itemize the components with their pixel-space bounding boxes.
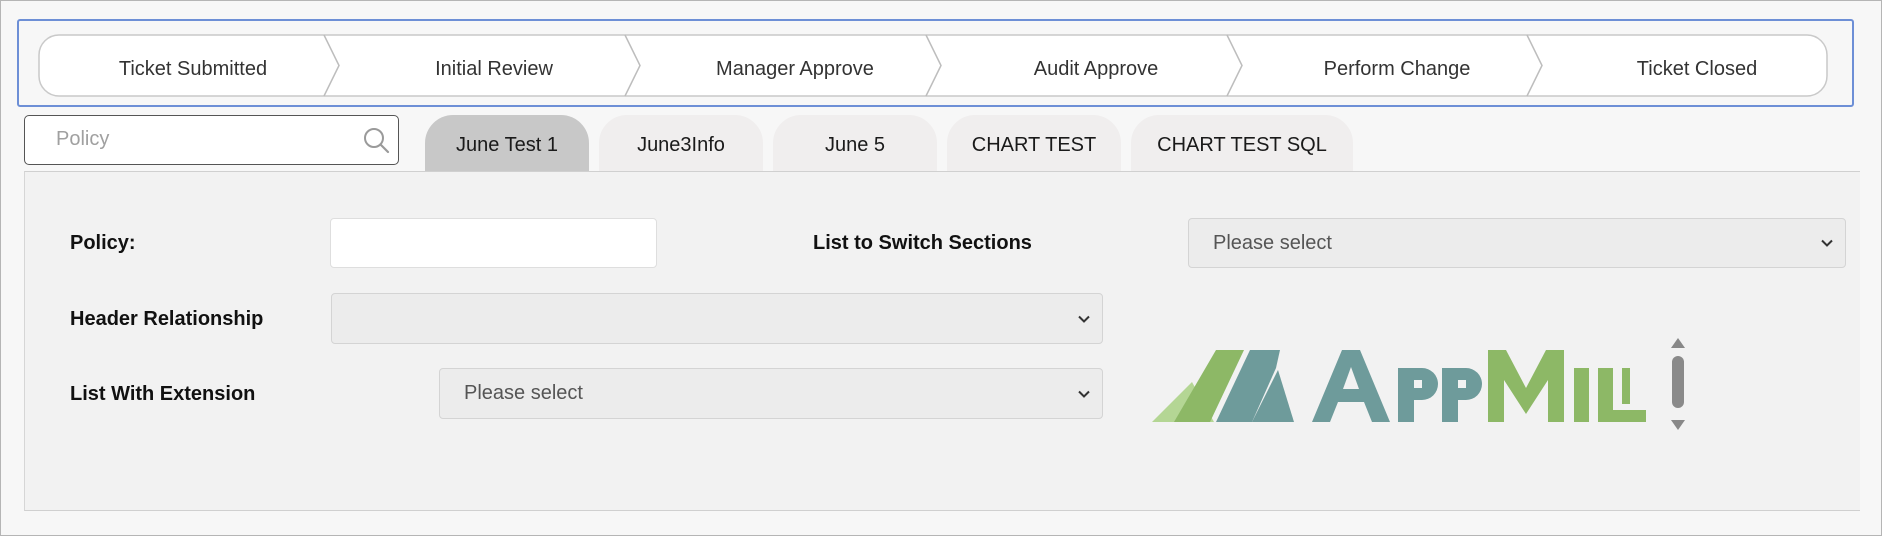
scroll-down-icon xyxy=(1671,420,1685,430)
workflow-step-manager-approve[interactable]: Manager Approve xyxy=(645,54,945,84)
list-switch-sections-select[interactable]: Please select xyxy=(1188,218,1846,268)
list-switch-sections-label: List to Switch Sections xyxy=(813,232,1032,254)
list-with-extension-label: List With Extension xyxy=(70,383,256,405)
policy-search xyxy=(24,115,399,165)
chevron-down-icon xyxy=(1078,390,1090,398)
list-with-extension-select[interactable]: Please select xyxy=(439,368,1103,419)
scrollbar-thumb xyxy=(1672,356,1684,408)
list-with-extension-value: Please select xyxy=(464,382,583,404)
workflow-step-audit-approve[interactable]: Audit Approve xyxy=(946,54,1246,84)
header-relationship-label: Header Relationship xyxy=(70,308,264,330)
workflow-progress-bar: Ticket Submitted Initial Review Manager … xyxy=(17,19,1854,107)
policy-label: Policy: xyxy=(70,232,136,254)
tab-june-5[interactable]: June 5 xyxy=(773,115,937,172)
tab-chart-test-sql[interactable]: CHART TEST SQL xyxy=(1131,115,1353,172)
search-input[interactable] xyxy=(26,117,346,161)
list-switch-sections-value: Please select xyxy=(1213,231,1332,254)
tab-june3info[interactable]: June3Info xyxy=(599,115,763,172)
search-icon[interactable] xyxy=(362,126,390,154)
workflow-step-perform-change[interactable]: Perform Change xyxy=(1247,54,1547,84)
header-relationship-select[interactable] xyxy=(331,293,1103,344)
chevron-down-icon xyxy=(1821,239,1833,247)
chevron-down-icon xyxy=(1078,315,1090,323)
vertical-scrollbar[interactable] xyxy=(1666,334,1690,434)
workflow-step-ticket-closed[interactable]: Ticket Closed xyxy=(1547,54,1847,84)
policy-field[interactable] xyxy=(330,218,657,268)
workflow-step-initial-review[interactable]: Initial Review xyxy=(344,54,644,84)
scroll-up-icon xyxy=(1671,338,1685,348)
tab-chart-test[interactable]: CHART TEST xyxy=(947,115,1121,172)
appmill-logo xyxy=(1152,350,1646,422)
tab-june-test-1[interactable]: June Test 1 xyxy=(425,115,589,172)
workflow-step-ticket-submitted[interactable]: Ticket Submitted xyxy=(43,54,343,84)
